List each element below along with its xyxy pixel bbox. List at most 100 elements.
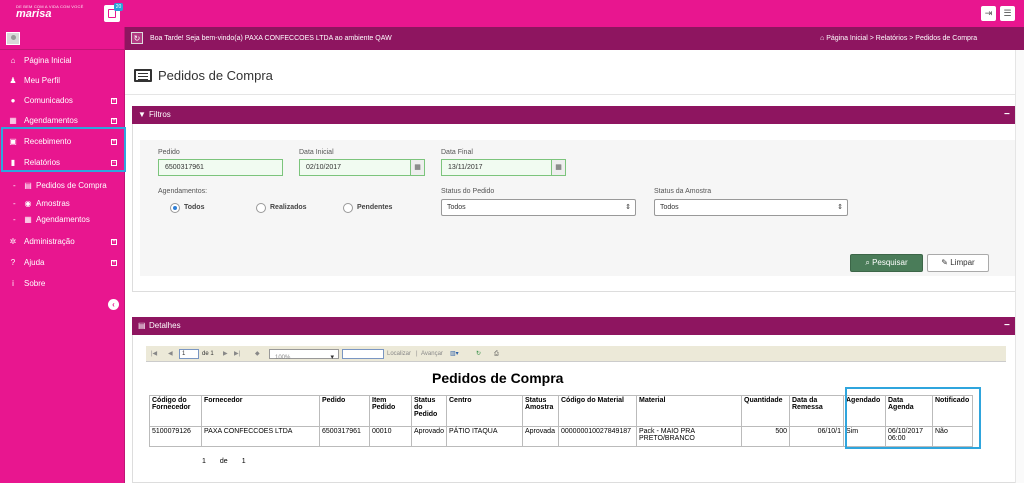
radio-todos[interactable] bbox=[170, 203, 180, 213]
export-icon[interactable]: ▥▾ bbox=[450, 346, 459, 362]
sidebar-item-label: Administração bbox=[24, 237, 75, 246]
column-header: Código do Fornecedor bbox=[149, 395, 202, 427]
help-icon: ? bbox=[10, 258, 16, 267]
data-final-label: Data Final bbox=[441, 149, 473, 156]
sidebar-item-meu-perfil[interactable]: ♟ Meu Perfil bbox=[0, 71, 124, 91]
column-header: Fornecedor bbox=[201, 395, 320, 427]
expand-icon[interactable]: + bbox=[111, 239, 117, 245]
table-cell: 06/10/1 bbox=[789, 426, 844, 447]
details-panel-header[interactable]: ▤ Detalhes − bbox=[132, 317, 1024, 335]
sidebar-item-sobre[interactable]: i Sobre bbox=[0, 274, 124, 294]
status-pedido-label: Status do Pedido bbox=[441, 188, 495, 195]
page-of-label: de 1 bbox=[202, 351, 214, 357]
sidebar-divider bbox=[0, 49, 124, 50]
search-button[interactable]: ⌕ Pesquisar bbox=[850, 254, 923, 272]
data-inicial-input[interactable]: 02/10/2017 ▦ bbox=[299, 159, 425, 176]
status-pedido-select[interactable]: Todos ⇕ bbox=[441, 199, 636, 216]
data-final-value: 13/11/2017 bbox=[448, 164, 483, 171]
find-link[interactable]: Localizar bbox=[387, 346, 411, 362]
clear-button-label: Limpar bbox=[950, 258, 975, 267]
breadcrumb-text[interactable]: Página Inicial > Relatórios > Pedidos de… bbox=[826, 35, 977, 42]
select-arrows-icon: ⇕ bbox=[625, 204, 631, 211]
pager-total: 1 bbox=[241, 458, 246, 465]
find-input[interactable] bbox=[342, 349, 384, 359]
status-amostra-select[interactable]: Todos ⇕ bbox=[654, 199, 848, 216]
sidebar-item-pagina-inicial[interactable]: ⌂ Página Inicial bbox=[0, 51, 124, 71]
back-icon[interactable]: ◆ bbox=[255, 346, 260, 362]
select-arrows-icon: ⇕ bbox=[837, 204, 843, 211]
sidebar-subitem-label: Pedidos de Compra bbox=[36, 181, 107, 190]
filters-panel-header[interactable]: ▼ Filtros − bbox=[132, 106, 1024, 124]
prev-page-icon[interactable]: ◀ bbox=[168, 346, 173, 362]
chevron-left-icon: ‹ bbox=[112, 300, 115, 309]
pager-current: 1 bbox=[202, 458, 206, 465]
report-toolbar: |◀ ◀ 1 de 1 ▶ ▶| ◆ 100% ▾ Localizar | Av… bbox=[146, 346, 1006, 362]
sidebar-subitem-pedidos-de-compra[interactable]: - ▤ Pedidos de Compra bbox=[0, 177, 124, 195]
annotation-highlight-box bbox=[1, 127, 126, 172]
breadcrumb: ⌂ Página Inicial > Relatórios > Pedidos … bbox=[820, 27, 977, 50]
table-cell: 00010 bbox=[369, 426, 412, 447]
sidebar-item-ajuda[interactable]: ? Ajuda + bbox=[0, 253, 124, 273]
radio-realizados-label: Realizados bbox=[270, 204, 307, 211]
brand-logo[interactable]: DE BEM COM A VIDA COM VOCÊ marisa bbox=[16, 4, 83, 20]
table-cell: 000000010027849187 bbox=[558, 426, 637, 447]
details-panel-title: Detalhes bbox=[149, 321, 181, 330]
column-header: Pedido bbox=[319, 395, 370, 427]
list-icon: ▤ bbox=[138, 321, 146, 330]
status-amostra-label: Status da Amostra bbox=[654, 188, 712, 195]
pedido-input[interactable]: 6500317961 bbox=[158, 159, 283, 176]
column-header: Quantidade bbox=[741, 395, 790, 427]
menu-button[interactable]: ☰ bbox=[1000, 6, 1015, 21]
data-inicial-value: 02/10/2017 bbox=[306, 164, 342, 171]
last-page-icon[interactable]: ▶| bbox=[234, 346, 240, 362]
radio-realizados[interactable] bbox=[256, 203, 266, 213]
minimize-icon[interactable]: − bbox=[1004, 317, 1010, 335]
status-pedido-value: Todos bbox=[447, 204, 466, 211]
calendar-icon[interactable]: ▦ bbox=[410, 160, 424, 175]
eraser-icon: ✎ bbox=[941, 258, 951, 267]
column-header: Material bbox=[636, 395, 742, 427]
search-button-label: Pesquisar bbox=[872, 258, 908, 267]
clear-button[interactable]: ✎ Limpar bbox=[927, 254, 989, 272]
tree-dash: - bbox=[13, 215, 16, 224]
report-title: Pedidos de Compra bbox=[432, 370, 564, 386]
calendar-icon[interactable]: ▦ bbox=[551, 160, 565, 175]
radio-pendentes[interactable] bbox=[343, 203, 353, 213]
sidebar-item-label: Comunicados bbox=[24, 96, 73, 105]
refresh-icon[interactable]: ↻ bbox=[476, 346, 481, 362]
report-pager: 1 de 1 bbox=[202, 458, 260, 465]
next-link[interactable]: Avançar bbox=[421, 346, 443, 362]
sidebar-item-label: Ajuda bbox=[24, 258, 45, 267]
sidebar-item-comunicados[interactable]: ● Comunicados + bbox=[0, 91, 124, 111]
data-final-input[interactable]: 13/11/2017 ▦ bbox=[441, 159, 566, 176]
sidebar: ⌂ Página Inicial ♟ Meu Perfil ● Comunica… bbox=[0, 27, 124, 483]
refresh-icon: ↻ bbox=[133, 34, 141, 43]
sidebar-collapse-button[interactable]: ‹ bbox=[108, 299, 119, 310]
logout-icon: ⇥ bbox=[984, 8, 993, 18]
expand-icon[interactable]: + bbox=[111, 260, 117, 266]
list-icon bbox=[134, 69, 152, 82]
home-icon: ⌂ bbox=[10, 56, 16, 65]
vertical-scrollbar[interactable] bbox=[1015, 50, 1024, 483]
hamburger-icon: ☰ bbox=[1003, 8, 1012, 18]
print-icon[interactable]: ⎙ bbox=[494, 346, 499, 362]
first-page-icon[interactable]: |◀ bbox=[151, 346, 157, 362]
logout-button[interactable]: ⇥ bbox=[981, 6, 996, 21]
table-cell: PAXA CONFECCOES LTDA bbox=[201, 426, 320, 447]
next-page-icon[interactable]: ▶ bbox=[223, 346, 228, 362]
table-cell: Pack - MAIO PRA PRETO/BRANCO bbox=[636, 426, 742, 447]
pager-of: de bbox=[219, 458, 228, 465]
zoom-select[interactable]: 100% ▾ bbox=[269, 349, 339, 361]
chevron-down-icon: ▾ bbox=[330, 354, 334, 361]
user-icon: ♟ bbox=[9, 76, 17, 85]
expand-icon[interactable]: + bbox=[111, 98, 117, 104]
page-number-input[interactable]: 1 bbox=[179, 349, 199, 359]
filter-icon: ▼ bbox=[138, 110, 146, 119]
refresh-button[interactable]: ↻ bbox=[131, 32, 143, 44]
minimize-icon[interactable]: − bbox=[1004, 106, 1010, 124]
expand-icon[interactable]: + bbox=[111, 118, 117, 124]
sidebar-item-label: Sobre bbox=[24, 279, 46, 288]
sidebar-subitem-agendamentos[interactable]: - ▦ Agendamentos bbox=[0, 211, 124, 229]
sidebar-item-administracao[interactable]: ✲ Administração + bbox=[0, 232, 124, 252]
avatar[interactable] bbox=[6, 32, 20, 45]
